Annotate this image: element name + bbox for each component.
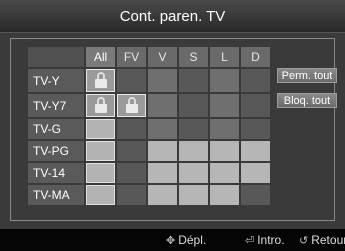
rating-cell-empty[interactable] [241,185,270,205]
rating-cell-unlocked[interactable] [148,141,177,161]
row-label: TV-Y7 [28,94,84,117]
grid-row: TV-Y [28,69,270,92]
column-header-d[interactable]: D [241,47,270,67]
grid-row: TV-G [28,119,270,139]
grid-row: TV-14 [28,163,270,183]
footer-move-label: Dépl. [178,233,207,247]
lock-icon [94,72,108,88]
rating-cell-empty[interactable] [210,94,239,117]
row-label: TV-MA [28,185,84,205]
rating-cell-empty[interactable] [179,119,208,139]
rating-cell-empty[interactable] [117,163,146,183]
rating-cell-empty[interactable] [117,119,146,139]
grid-corner [28,47,84,67]
rating-cell-locked[interactable] [86,94,115,117]
row-label: TV-14 [28,163,84,183]
enter-icon: ⏎ [245,234,255,247]
rating-grid: All FV V S L D TV-Y TV-Y7 TV-G TV-PG TV-14 TV… [26,45,272,207]
row-label: TV-Y [28,69,84,92]
rating-cell-unlocked[interactable] [210,163,239,183]
footer-enter-label: Intro. [257,233,285,247]
rating-cell-unlocked[interactable] [179,163,208,183]
rating-cell-empty[interactable] [241,94,270,117]
rating-cell-unlocked[interactable] [86,163,115,183]
rating-cell-unlocked[interactable] [86,185,115,205]
rating-cell-empty[interactable] [210,69,239,92]
rating-cell-unlocked[interactable] [179,185,208,205]
grid-row: TV-PG [28,141,270,161]
footer-bar: ✥ Dépl. ⏎ Intro. ↺ Retour [0,229,345,251]
allow-all-button[interactable]: Perm. tout [277,68,337,83]
rating-panel: All FV V S L D TV-Y TV-Y7 TV-G TV-PG TV-14 TV… [0,33,345,229]
rating-cell-empty[interactable] [148,119,177,139]
footer-return-label: Retour [311,233,345,247]
rating-cell-unlocked[interactable] [86,119,115,139]
column-header-l[interactable]: L [210,47,239,67]
grid-row: TV-MA [28,185,270,205]
rating-cell-empty[interactable] [210,119,239,139]
rating-cell-unlocked[interactable] [210,141,239,161]
row-label: TV-G [28,119,84,139]
rating-cell-empty[interactable] [179,94,208,117]
lock-icon [125,97,139,113]
footer-move: ✥ Dépl. [166,233,206,248]
rating-cell-unlocked[interactable] [241,163,270,183]
dpad-icon: ✥ [166,234,176,247]
column-header-all[interactable]: All [86,47,115,67]
column-header-fv[interactable]: FV [117,47,146,67]
footer-return: ↺ Retour [299,233,345,248]
column-header-s[interactable]: S [179,47,208,67]
rating-cell-unlocked[interactable] [148,185,177,205]
row-label: TV-PG [28,141,84,161]
grid-header-row: All FV V S L D [28,47,270,67]
rating-cell-unlocked[interactable] [241,141,270,161]
rating-cell-empty[interactable] [117,185,146,205]
rating-cell-unlocked[interactable] [179,141,208,161]
rating-cell-empty[interactable] [117,69,146,92]
rating-cell-empty[interactable] [148,94,177,117]
rating-cell-empty[interactable] [241,119,270,139]
rating-cell-empty[interactable] [241,69,270,92]
rating-cell-locked[interactable] [86,69,115,92]
lock-icon [94,97,108,113]
rating-cell-empty[interactable] [148,69,177,92]
rating-cell-unlocked[interactable] [86,141,115,161]
rating-cell-locked[interactable] [117,94,146,117]
block-all-button[interactable]: Bloq. tout [277,93,337,108]
return-icon: ↺ [299,234,309,247]
rating-cell-unlocked[interactable] [210,185,239,205]
screen-title: Cont. paren. TV [0,0,345,33]
parental-control-screen: Cont. paren. TV All FV V S L D TV-Y TV-Y7… [0,0,345,251]
column-header-v[interactable]: V [148,47,177,67]
rating-cell-empty[interactable] [179,69,208,92]
footer-enter: ⏎ Intro. [245,233,285,248]
rating-cell-unlocked[interactable] [148,163,177,183]
rating-cell-empty[interactable] [117,141,146,161]
grid-row: TV-Y7 [28,94,270,117]
